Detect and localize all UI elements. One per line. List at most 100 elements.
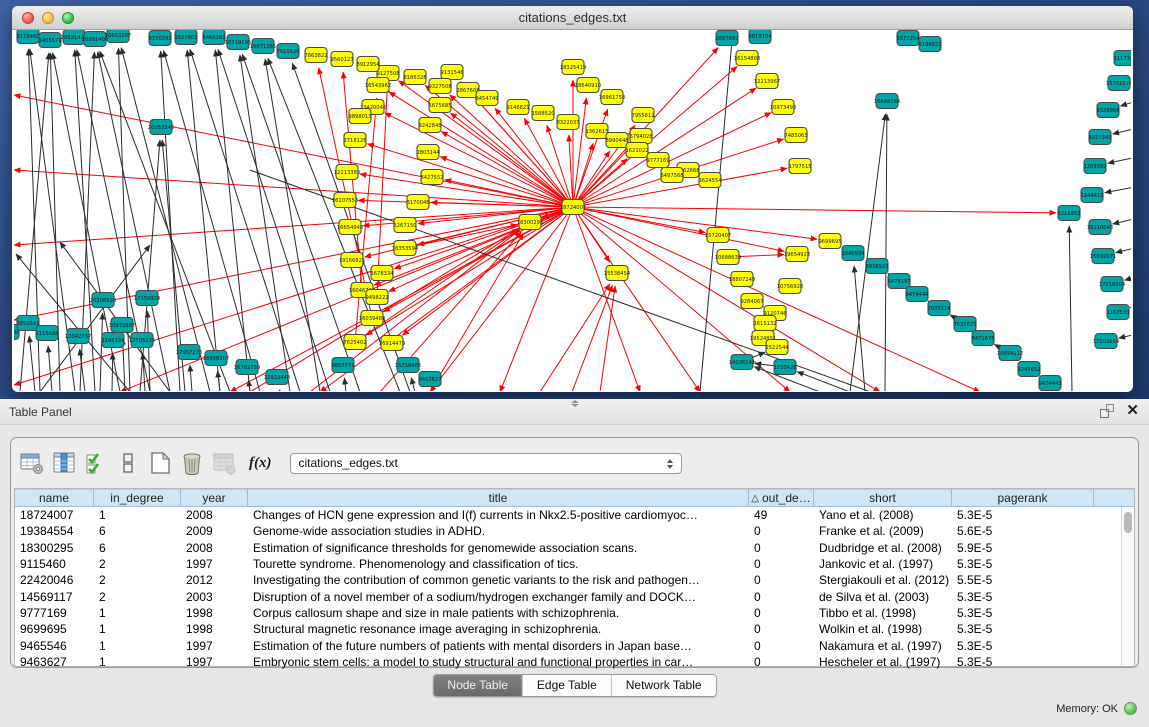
table-cell: 5.9E-5 xyxy=(952,541,1094,555)
table-toolbar: f(x) citations_edges.txt xyxy=(11,438,1138,488)
app-root: citations_edges.txt 18724007183002951553… xyxy=(0,0,1149,727)
table-row[interactable]: 946554611997Estimation of the future num… xyxy=(15,637,1134,653)
table-cell: Nakamura et al. (1997) xyxy=(814,639,952,653)
network-canvas[interactable] xyxy=(12,30,1133,392)
column-header-in_degree[interactable]: in_degree xyxy=(94,489,181,507)
table-cell: Investigating the contribution of common… xyxy=(248,573,749,587)
close-panel-icon[interactable]: ✕ xyxy=(1126,404,1139,418)
tab-network-table[interactable]: Network Table xyxy=(611,675,716,696)
table-row[interactable]: 1872400712008Changes of HCN gene express… xyxy=(15,507,1134,523)
show-column-icon[interactable] xyxy=(51,450,77,476)
table-body: 1872400712008Changes of HCN gene express… xyxy=(15,507,1134,670)
table-cell: Jankovic et al. (1997) xyxy=(814,557,952,571)
table-cell: 19384554 xyxy=(15,524,94,538)
status-bar: Memory: OK xyxy=(1056,702,1137,715)
table-cell: 0 xyxy=(749,655,814,669)
network-window: citations_edges.txt xyxy=(12,6,1133,392)
table-cell: Genome-wide association studies in ADHD. xyxy=(248,524,749,538)
table-cell: 14569117 xyxy=(15,590,94,604)
select-rows-icon[interactable] xyxy=(83,450,109,476)
float-panel-icon[interactable] xyxy=(1100,404,1114,418)
table-row[interactable]: 1830029562008Estimation of significance … xyxy=(15,540,1134,556)
table-cell: 2 xyxy=(94,573,181,587)
table-cell: 1998 xyxy=(181,622,248,636)
table-cell: 2 xyxy=(94,590,181,604)
table-cell: Estimation of significance thresholds fo… xyxy=(248,541,749,555)
table-cell: 5.3E-5 xyxy=(952,606,1094,620)
scrollbar-thumb[interactable] xyxy=(1124,512,1132,533)
table-cell: 1997 xyxy=(181,639,248,653)
table-cell: 1 xyxy=(94,639,181,653)
table-cell: 0 xyxy=(749,606,814,620)
table-cell: 5.3E-5 xyxy=(952,622,1094,636)
sort-ascending-icon: △ xyxy=(751,493,759,504)
table-cell: 1997 xyxy=(181,557,248,571)
table-row[interactable]: 1938455462009Genome-wide association stu… xyxy=(15,523,1134,539)
table-header-row: namein_degreeyeartitle△out_de…shortpager… xyxy=(15,489,1134,507)
table-cell: 0 xyxy=(749,557,814,571)
network-window-titlebar[interactable]: citations_edges.txt xyxy=(12,6,1133,30)
memory-status-indicator xyxy=(1124,702,1137,715)
table-cell: 9463627 xyxy=(15,655,94,669)
table-cell: 18724007 xyxy=(15,508,94,522)
table-selector-value: citations_edges.txt xyxy=(299,456,398,470)
table-cell: 1 xyxy=(94,606,181,620)
table-cell: 1998 xyxy=(181,606,248,620)
panel-title: Table Panel xyxy=(9,405,72,419)
table-cell: 5.6E-5 xyxy=(952,524,1094,538)
table-cell: 5.5E-5 xyxy=(952,573,1094,587)
window-title: citations_edges.txt xyxy=(12,10,1133,25)
table-cell: Dudbridge et al. (2008) xyxy=(814,541,952,555)
import-table-icon xyxy=(211,450,237,476)
column-header-out_de[interactable]: △out_de… xyxy=(749,489,814,507)
tab-edge-table[interactable]: Edge Table xyxy=(522,675,611,696)
table-row[interactable]: 977716911998Corpus callosum shape and si… xyxy=(15,605,1134,621)
tab-node-table[interactable]: Node Table xyxy=(433,675,522,696)
table-settings-icon[interactable] xyxy=(19,450,45,476)
new-document-icon[interactable] xyxy=(147,450,173,476)
column-header-short[interactable]: short xyxy=(814,489,952,507)
splitter-handle[interactable] xyxy=(569,400,581,407)
table-cell: 1997 xyxy=(181,655,248,669)
stacked-squares-icon[interactable] xyxy=(115,450,141,476)
column-header-pagerank[interactable]: pagerank xyxy=(952,489,1094,507)
table-cell: 5.3E-5 xyxy=(952,557,1094,571)
table-cell: 2009 xyxy=(181,524,248,538)
delete-icon[interactable] xyxy=(179,450,205,476)
vertical-scrollbar[interactable] xyxy=(1121,507,1134,666)
table-panel: Table Panel ✕ xyxy=(0,399,1149,727)
table-cell: Stergiakouli et al. (2012) xyxy=(814,573,952,587)
table-cell: Structural magnetic resonance image aver… xyxy=(248,622,749,636)
table-cell: 2 xyxy=(94,557,181,571)
table-cell: Yano et al. (2008) xyxy=(814,508,952,522)
combobox-stepper-icon xyxy=(664,456,677,472)
table-cell: 2008 xyxy=(181,541,248,555)
table-row[interactable]: 911546021997Tourette syndrome. Phenomeno… xyxy=(15,556,1134,572)
table-row[interactable]: 969969511998Structural magnetic resonanc… xyxy=(15,621,1134,637)
table-row[interactable]: 2242004622012Investigating the contribut… xyxy=(15,572,1134,588)
table-cell: Franke et al. (2009) xyxy=(814,524,952,538)
table-cell: Corpus callosum shape and size in male p… xyxy=(248,606,749,620)
function-builder-icon[interactable]: f(x) xyxy=(249,455,272,472)
column-header-name[interactable]: name xyxy=(15,489,94,507)
table-cell: 1 xyxy=(94,508,181,522)
table-row[interactable]: 946362711997Embryonic stem cells: a mode… xyxy=(15,654,1134,670)
table-cell: 5.3E-5 xyxy=(952,655,1094,669)
table-cell: 2008 xyxy=(181,508,248,522)
table-cell: 0 xyxy=(749,541,814,555)
table-cell: Changes of HCN gene expression and I(f) … xyxy=(248,508,749,522)
column-header-title[interactable]: title xyxy=(248,489,749,507)
attribute-table: namein_degreeyeartitle△out_de…shortpager… xyxy=(14,488,1135,667)
table-cell: 5.3E-5 xyxy=(952,590,1094,604)
table-cell: Tibbo et al. (1998) xyxy=(814,606,952,620)
column-header-filler xyxy=(1094,489,1134,507)
column-header-year[interactable]: year xyxy=(181,489,248,507)
table-cell: Disruption of a novel member of a sodium… xyxy=(248,590,749,604)
table-cell: 0 xyxy=(749,590,814,604)
table-cell: 2012 xyxy=(181,573,248,587)
table-row[interactable]: 1456911722003Disruption of a novel membe… xyxy=(15,588,1134,604)
table-cell: 6 xyxy=(94,541,181,555)
table-cell: 9115460 xyxy=(15,557,94,571)
table-cell: 0 xyxy=(749,622,814,636)
table-selector-combobox[interactable]: citations_edges.txt xyxy=(290,453,682,474)
